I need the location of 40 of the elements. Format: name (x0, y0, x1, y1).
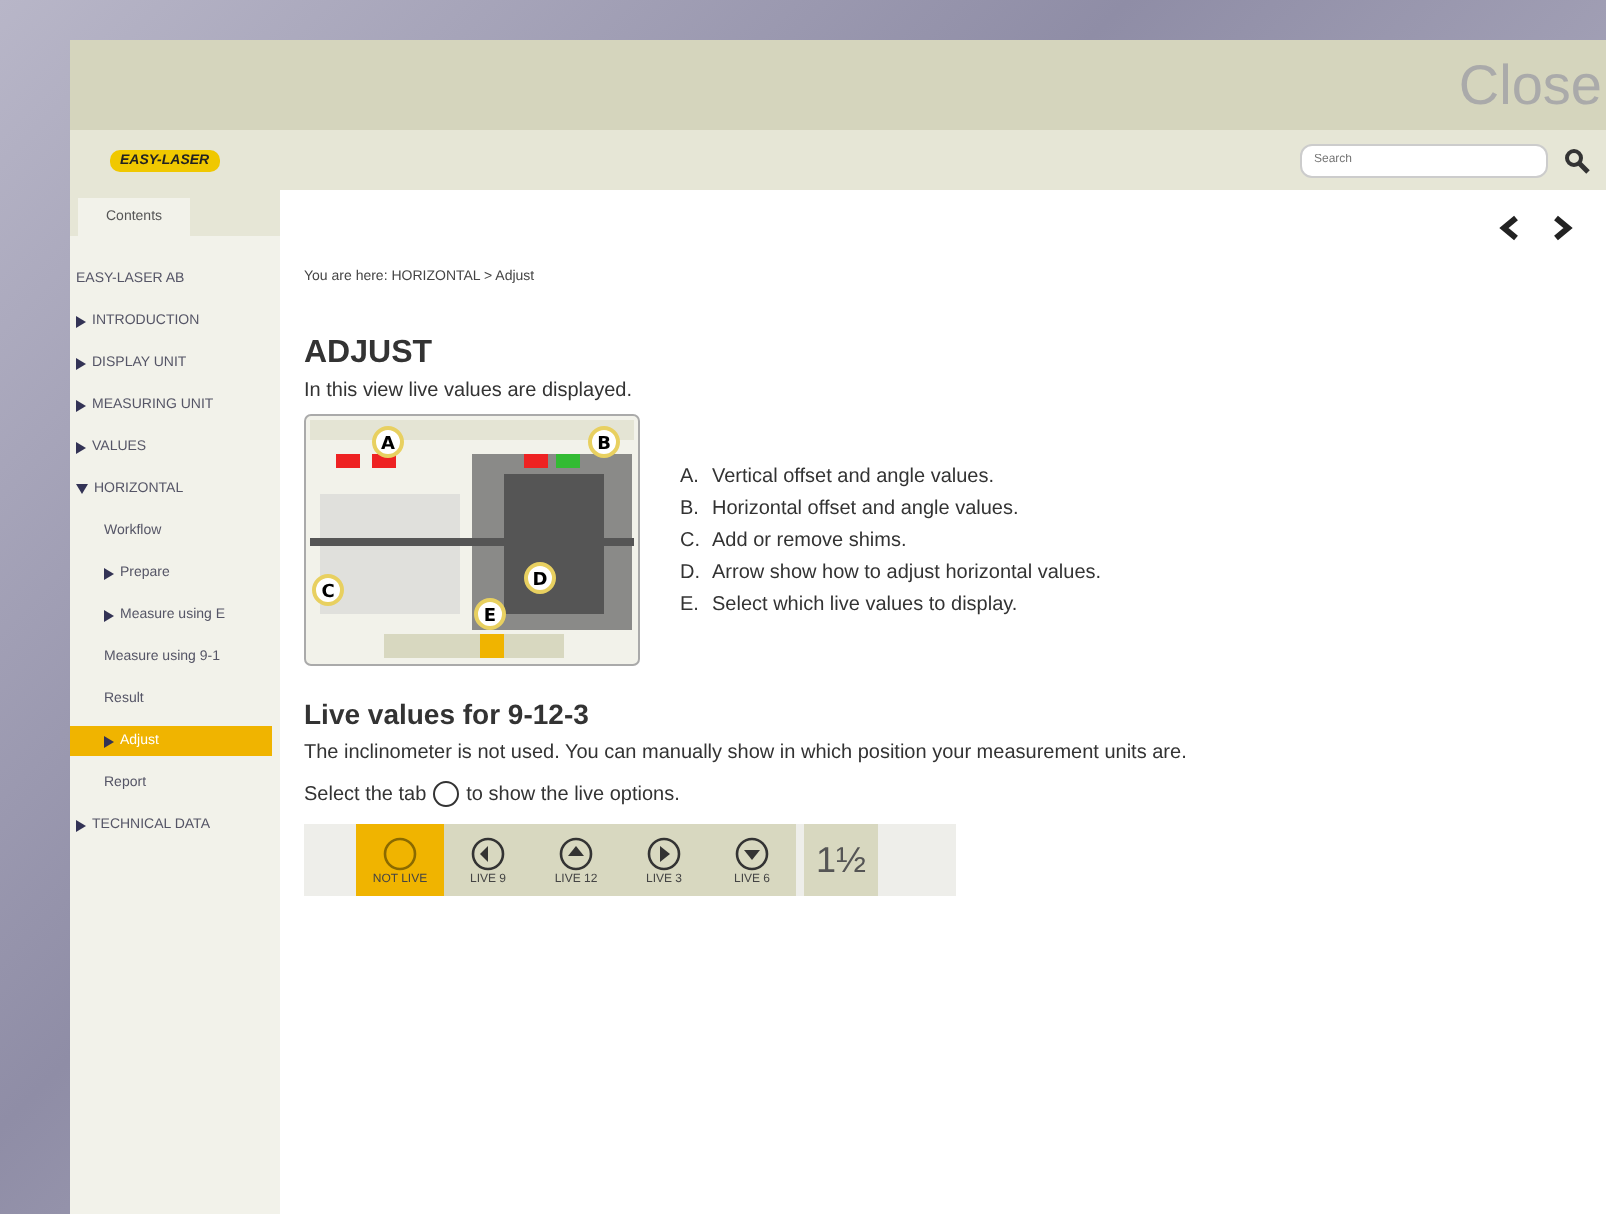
search-icon[interactable] (1564, 147, 1590, 173)
unit-button[interactable]: 1½ (804, 824, 879, 896)
dial-icon (558, 835, 594, 871)
instruction-text: to show the live options. (466, 783, 680, 805)
dial-icon (646, 835, 682, 871)
triangle-icon (104, 567, 114, 579)
dial-icon (734, 835, 770, 871)
intro-text: In this view live values are displayed. (304, 380, 634, 402)
back-icon[interactable] (1498, 214, 1522, 242)
legend-letter: E. (680, 593, 701, 615)
dial-icon (382, 835, 418, 871)
section-title: Live values for 9-12-3 (304, 698, 591, 730)
triangle-icon (76, 399, 86, 411)
legend-text: Horizontal offset and angle values. (712, 497, 1019, 519)
callout-marker: C (312, 574, 344, 606)
paragraph: The inclinometer is not used. You can manually show in which position your measurement units are. (304, 742, 1189, 764)
legend-letter: B. (680, 497, 701, 519)
callout-marker: D (524, 562, 556, 594)
legend-text: Vertical offset and angle values. (712, 465, 995, 487)
legend-letter: A. (680, 465, 701, 487)
triangle-icon (104, 609, 114, 621)
legend-text: Select which live values to display. (712, 593, 1018, 615)
forward-icon[interactable] (1550, 214, 1574, 242)
triangle-icon (76, 819, 86, 831)
instruction-text: Select the tab (304, 783, 427, 805)
triangle-icon (76, 484, 88, 494)
triangle-icon (76, 441, 86, 453)
legend-letter: D. (680, 561, 702, 583)
callout-marker: A (372, 426, 404, 458)
circle-icon (432, 780, 461, 808)
legend-letter: C. (680, 529, 702, 551)
triangle-icon (76, 357, 86, 369)
triangle-icon (104, 735, 114, 747)
triangle-icon (76, 315, 86, 327)
dial-icon (470, 835, 506, 871)
page-title: ADJUST (304, 336, 435, 372)
legend-text: Arrow show how to adjust horizontal values. (712, 561, 1102, 583)
legend-text: Add or remove shims. (712, 529, 907, 551)
callout-marker: B (588, 426, 620, 458)
callout-marker: E (474, 598, 506, 630)
